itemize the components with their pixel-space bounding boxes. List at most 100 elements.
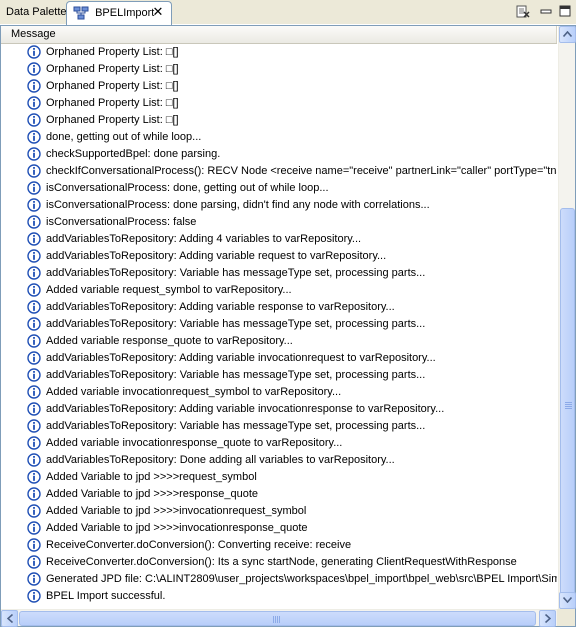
list-item[interactable]: checkSupportedBpel: done parsing. (1, 146, 557, 163)
bpel-import-view: Message Orphaned Property List: □[] Orpha… (0, 25, 576, 627)
clear-console-icon[interactable] (514, 4, 532, 20)
info-icon (27, 79, 41, 93)
list-item[interactable]: Added variable request_symbol to varRepo… (1, 282, 557, 299)
message-text: addVariablesToRepository: Variable has m… (46, 420, 426, 432)
message-text: Orphaned Property List: □[] (46, 46, 179, 58)
message-text: Added variable response_quote to varRepo… (46, 335, 293, 347)
message-text: Added variable invocationrequest_symbol … (46, 386, 342, 398)
scroll-left-button[interactable] (1, 610, 18, 627)
list-item[interactable]: addVariablesToRepository: Adding variabl… (1, 248, 557, 265)
info-icon (27, 538, 41, 552)
message-text: Orphaned Property List: □[] (46, 97, 179, 109)
list-item[interactable]: addVariablesToRepository: Variable has m… (1, 316, 557, 333)
list-item[interactable]: isConversationalProcess: done parsing, d… (1, 197, 557, 214)
message-text: checkIfConversationalProcess(): RECV Nod… (46, 165, 557, 177)
info-icon (27, 385, 41, 399)
list-item[interactable]: addVariablesToRepository: Adding 4 varia… (1, 231, 557, 248)
message-text: Orphaned Property List: □[] (46, 63, 179, 75)
message-text: addVariablesToRepository: Adding 4 varia… (46, 233, 362, 245)
info-icon (27, 317, 41, 331)
message-text: addVariablesToRepository: Variable has m… (46, 369, 426, 381)
horizontal-scroll-thumb[interactable] (19, 611, 536, 626)
message-text: isConversationalProcess: false (46, 216, 197, 228)
info-icon (27, 130, 41, 144)
list-item[interactable]: checkIfConversationalProcess(): RECV Nod… (1, 163, 557, 180)
table-header: Message (1, 26, 557, 44)
info-icon (27, 487, 41, 501)
info-icon (27, 402, 41, 416)
list-item[interactable]: done, getting out of while loop... (1, 129, 557, 146)
list-item[interactable]: Added Variable to jpd >>>>response_quote (1, 486, 557, 503)
vertical-scroll-thumb[interactable] (560, 208, 575, 606)
info-icon (27, 419, 41, 433)
scroll-down-button[interactable] (559, 592, 576, 609)
list-item[interactable]: addVariablesToRepository: Done adding al… (1, 452, 557, 469)
list-item[interactable]: addVariablesToRepository: Adding variabl… (1, 299, 557, 316)
info-icon (27, 45, 41, 59)
message-text: isConversationalProcess: done, getting o… (46, 182, 329, 194)
column-header-message[interactable]: Message (1, 26, 557, 43)
message-text: addVariablesToRepository: Variable has m… (46, 267, 426, 279)
list-item[interactable]: Orphaned Property List: □[] (1, 95, 557, 112)
maximize-icon[interactable] (556, 4, 574, 20)
close-icon[interactable]: ✕ (151, 5, 165, 19)
message-list[interactable]: Orphaned Property List: □[] Orphaned Prop… (1, 44, 557, 609)
list-item[interactable]: Orphaned Property List: □[] (1, 61, 557, 78)
message-text: done, getting out of while loop... (46, 131, 202, 143)
list-item[interactable]: Orphaned Property List: □[] (1, 112, 557, 129)
list-item[interactable]: Added Variable to jpd >>>>invocationresp… (1, 520, 557, 537)
tab-data-palette[interactable]: Data Palette (0, 1, 67, 25)
message-text: Added Variable to jpd >>>>invocationresp… (46, 522, 308, 534)
vertical-scrollbar[interactable] (558, 26, 576, 610)
list-item[interactable]: addVariablesToRepository: Variable has m… (1, 265, 557, 282)
info-icon (27, 436, 41, 450)
list-item[interactable]: ReceiveConverter.doConversion(): Its a s… (1, 554, 557, 571)
tab-data-palette-label: Data Palette (6, 6, 67, 18)
list-item[interactable]: addVariablesToRepository: Variable has m… (1, 418, 557, 435)
info-icon (27, 181, 41, 195)
message-text: Added variable request_symbol to varRepo… (46, 284, 292, 296)
info-icon (27, 113, 41, 127)
message-text: Added Variable to jpd >>>>invocationrequ… (46, 505, 307, 517)
message-text: addVariablesToRepository: Variable has m… (46, 318, 426, 330)
message-text: Orphaned Property List: □[] (46, 80, 179, 92)
scroll-right-button[interactable] (539, 610, 556, 627)
list-item[interactable]: Orphaned Property List: □[] (1, 78, 557, 95)
list-item[interactable]: Orphaned Property List: □[] (1, 44, 557, 61)
list-item[interactable]: BPEL Import successful. (1, 588, 557, 605)
scroll-up-button[interactable] (559, 26, 576, 43)
message-text: addVariablesToRepository: Adding variabl… (46, 352, 436, 364)
list-item[interactable]: Added variable response_quote to varRepo… (1, 333, 557, 350)
info-icon (27, 334, 41, 348)
info-icon (27, 164, 41, 178)
tab-bpel-import[interactable]: BPELImport ✕ (66, 1, 172, 25)
list-item[interactable]: addVariablesToRepository: Adding variabl… (1, 350, 557, 367)
list-item[interactable]: isConversationalProcess: false (1, 214, 557, 231)
list-item[interactable]: isConversationalProcess: done, getting o… (1, 180, 557, 197)
list-item[interactable]: ReceiveConverter.doConversion(): Convert… (1, 537, 557, 554)
horizontal-scrollbar[interactable] (1, 609, 557, 627)
message-text: Generated JPD file: C:\ALINT2809\user_pr… (46, 573, 557, 585)
message-text: addVariablesToRepository: Adding variabl… (46, 403, 445, 415)
info-icon (27, 555, 41, 569)
message-text: addVariablesToRepository: Adding variabl… (46, 301, 395, 313)
info-icon (27, 504, 41, 518)
list-item[interactable]: Added Variable to jpd >>>>request_symbol (1, 469, 557, 486)
message-text: addVariablesToRepository: Done adding al… (46, 454, 395, 466)
list-item[interactable]: Added variable invocationrequest_symbol … (1, 384, 557, 401)
message-text: checkSupportedBpel: done parsing. (46, 148, 221, 160)
info-icon (27, 96, 41, 110)
info-icon (27, 198, 41, 212)
list-item[interactable]: Added Variable to jpd >>>>invocationrequ… (1, 503, 557, 520)
minimize-icon[interactable] (537, 4, 555, 20)
message-text: ReceiveConverter.doConversion(): Convert… (46, 539, 352, 551)
list-item[interactable]: addVariablesToRepository: Variable has m… (1, 367, 557, 384)
info-icon (27, 249, 41, 263)
message-text: Added variable invocationresponse_quote … (46, 437, 343, 449)
info-icon (27, 215, 41, 229)
list-item[interactable]: addVariablesToRepository: Adding variabl… (1, 401, 557, 418)
tab-bpel-import-label: BPELImport (95, 7, 155, 20)
info-icon (27, 283, 41, 297)
list-item[interactable]: Generated JPD file: C:\ALINT2809\user_pr… (1, 571, 557, 588)
list-item[interactable]: Added variable invocationresponse_quote … (1, 435, 557, 452)
